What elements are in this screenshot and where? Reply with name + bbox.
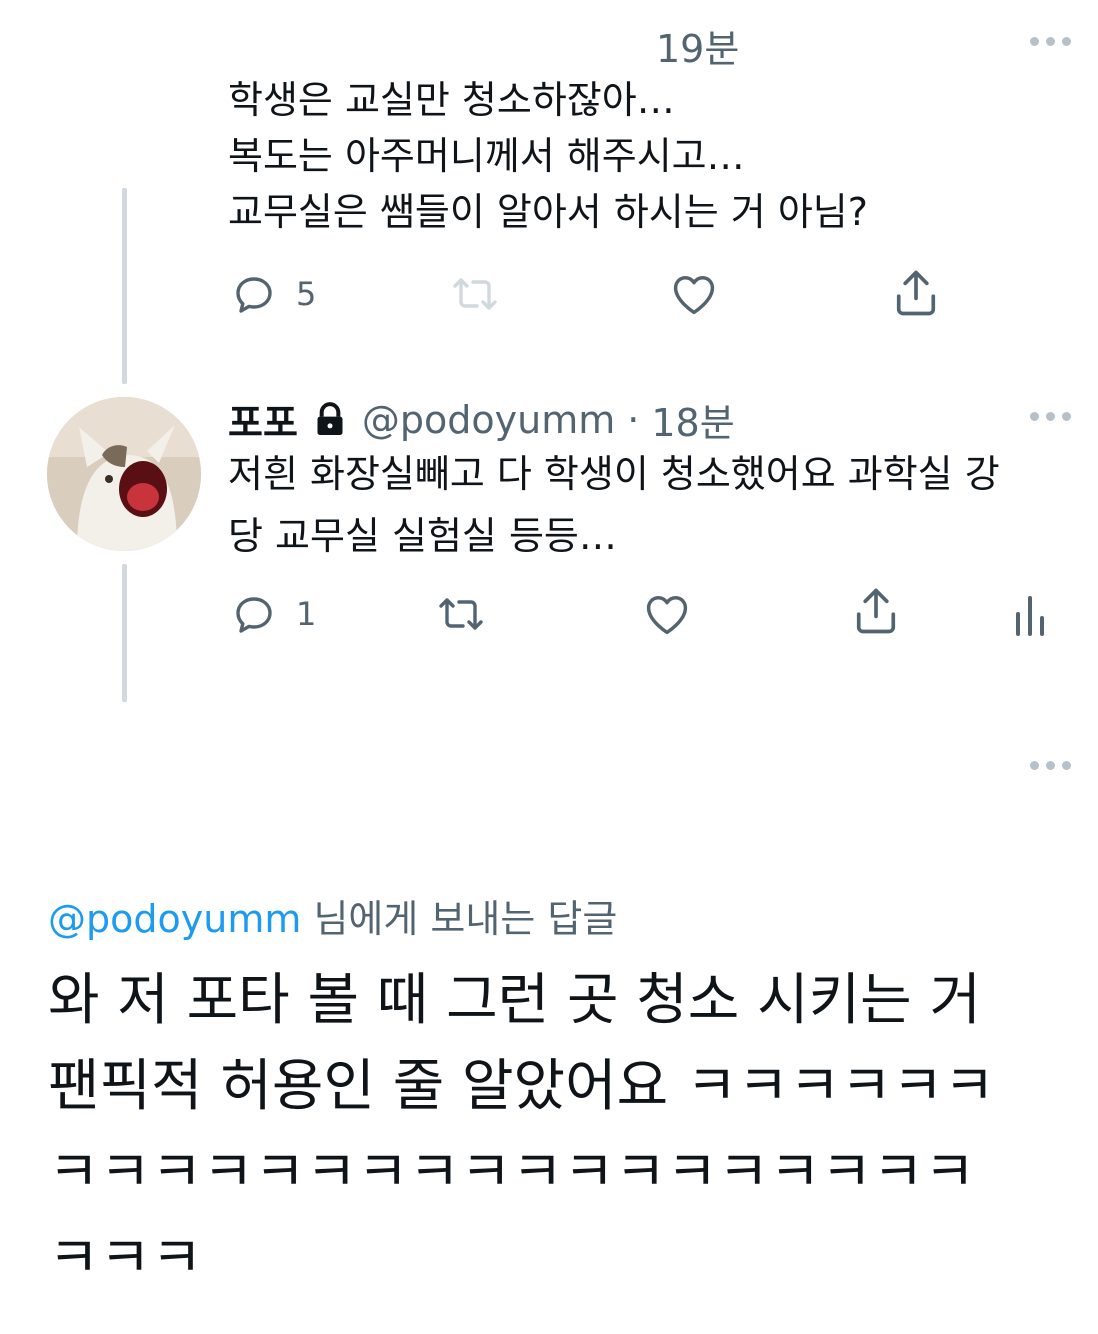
tweet2-retweet-button[interactable] [434,590,488,638]
tweet1-share-button[interactable] [890,266,942,320]
reply-icon [236,277,272,313]
thread-line-top [122,188,127,384]
retweet-icon [439,598,483,630]
tweet1-text: 학생은 교실만 청소하잖아… 복도는 아주머니께서 해주시고… 교무실은 쌤들이… [228,78,868,234]
tweet2-more-icon[interactable] [1030,412,1071,421]
lock-icon [317,401,343,435]
reply-icon [236,597,272,633]
tweet1-reply-button[interactable]: 5 [230,270,316,318]
tweet1-like-button[interactable] [668,268,720,320]
tweet2-handle[interactable]: @podoyumm [362,398,615,442]
reply-text[interactable]: 와 저 포타 볼 때 그런 곳 청소 시키는 거 팬픽적 허용인 줄 알았어요 … [48,958,1058,1302]
tweet1-time[interactable]: 19분 [656,18,739,73]
analytics-icon [1016,596,1044,636]
tweet1-reply-count: 5 [296,275,317,313]
tweet2-analytics-button[interactable] [1012,590,1048,638]
tweet2-separator: · [627,397,640,442]
share-icon [856,588,896,634]
reply-to-line: @podoyumm 님에게 보내는 답글 [48,888,617,943]
avatar[interactable] [47,397,201,551]
tweet1-more-icon[interactable] [1030,37,1071,46]
share-icon [896,270,936,316]
tweet2-like-button[interactable] [641,588,693,640]
heart-icon [673,276,715,315]
reply-mention[interactable]: @podoyumm [48,897,301,941]
tweet2-share-button[interactable] [850,584,902,638]
thread-line-bottom [122,564,127,702]
tweet2-reply-count: 1 [296,595,317,633]
tweet2-time[interactable]: 18분 [651,392,734,447]
tweet2-reply-button[interactable]: 1 [230,590,316,638]
tweet2-header: 포포 @podoyumm · 18분 [228,392,735,447]
compose-more-icon[interactable] [1030,761,1071,770]
cat-avatar-image [47,397,201,551]
reply-suffix: 님에게 보내는 답글 [301,897,618,941]
tweet2-name[interactable]: 포포 [228,392,298,447]
heart-icon [646,596,688,635]
tweet1-retweet-button[interactable] [448,270,502,318]
retweet-icon [453,278,497,310]
tweet2-text: 저흰 화장실빼고 다 학생이 청소했어요 과학실 강 당 교무실 실험실 등등… [228,452,1000,558]
